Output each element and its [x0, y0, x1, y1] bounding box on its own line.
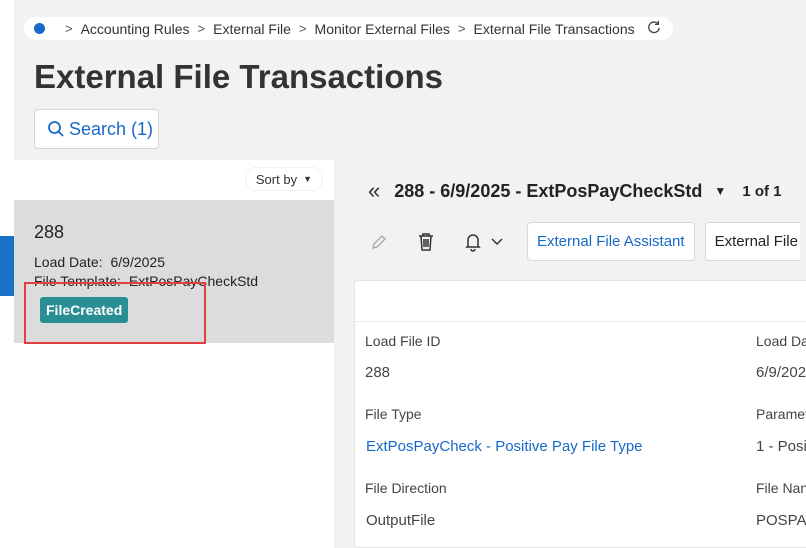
- page-title: External File Transactions: [34, 58, 443, 95]
- highlight-box: [24, 282, 206, 344]
- toolbar: External File Assistant External File: [368, 222, 800, 261]
- load-date-label: Load Date:: [34, 254, 103, 270]
- record-title: 288 - 6/9/2025 - ExtPosPayCheckStd: [394, 180, 703, 201]
- file-type-link[interactable]: ExtPosPayCheck - Positive Pay File Type: [366, 438, 643, 455]
- file-direction-label: File Direction: [365, 480, 447, 496]
- record-header: « 288 - 6/9/2025 - ExtPosPayCheckStd ▼ 1…: [368, 178, 782, 204]
- load-date-value: 6/9/202: [756, 364, 806, 381]
- file-name-label: File Nan: [756, 480, 806, 496]
- file-direction-value: OutputFile: [366, 512, 436, 529]
- breadcrumb: > Accounting Rules > External File > Mon…: [24, 17, 673, 40]
- chevron-right-icon: >: [197, 21, 206, 36]
- edit-icon[interactable]: [368, 231, 390, 253]
- chevron-right-icon: >: [65, 21, 73, 36]
- home-icon[interactable]: [34, 23, 45, 34]
- load-date-value: 6/9/2025: [110, 254, 166, 270]
- breadcrumb-external-file[interactable]: External File: [213, 21, 291, 37]
- chevron-right-icon: >: [298, 21, 307, 36]
- chevron-down-icon[interactable]: [486, 231, 508, 253]
- record-detail: « 288 - 6/9/2025 - ExtPosPayCheckStd ▼ 1…: [334, 160, 806, 548]
- list-item-id: 288: [34, 222, 65, 242]
- nav-active-indicator[interactable]: [0, 236, 14, 296]
- search-label: Search (1): [69, 118, 154, 139]
- collapse-list-icon[interactable]: «: [368, 178, 380, 204]
- parameter-value: 1 - Posi: [756, 438, 806, 455]
- record-pager: 1 of 1: [742, 182, 782, 200]
- sort-by-label: Sort by: [255, 171, 298, 187]
- sort-by-dropdown[interactable]: Sort by ▼: [245, 168, 322, 190]
- card-divider: [355, 321, 806, 322]
- external-file-assistant-button[interactable]: External File Assistant: [527, 222, 695, 261]
- refresh-icon[interactable]: [647, 20, 661, 37]
- external-file-button[interactable]: External File: [704, 222, 800, 261]
- record-list: Sort by ▼ 288 Load Date: 6/9/2025 File Te…: [14, 160, 334, 548]
- detail-card: Load File ID 288 Load Da 6/9/202 File Ty…: [354, 280, 806, 548]
- left-nav-strip: [0, 0, 14, 548]
- search-button[interactable]: Search (1): [34, 109, 159, 149]
- chevron-right-icon: >: [457, 21, 466, 36]
- record-dropdown-icon[interactable]: ▼: [714, 184, 726, 198]
- load-date-label: Load Da: [756, 333, 806, 349]
- load-file-id-label: Load File ID: [365, 333, 441, 349]
- load-file-id-value: 288: [365, 364, 391, 381]
- file-type-label: File Type: [365, 406, 422, 422]
- parameter-label: Paramet: [756, 406, 806, 422]
- search-icon: [48, 121, 64, 137]
- list-item-load-date: Load Date: 6/9/2025: [34, 254, 165, 270]
- breadcrumb-monitor-external-files[interactable]: Monitor External Files: [315, 21, 450, 37]
- file-name-value: POSPAY: [756, 512, 806, 529]
- caret-down-icon: ▼: [303, 174, 312, 184]
- breadcrumb-accounting-rules[interactable]: Accounting Rules: [81, 21, 190, 37]
- bell-icon[interactable]: [462, 231, 484, 253]
- breadcrumb-external-file-transactions: External File Transactions: [473, 20, 635, 37]
- delete-icon[interactable]: [415, 231, 437, 253]
